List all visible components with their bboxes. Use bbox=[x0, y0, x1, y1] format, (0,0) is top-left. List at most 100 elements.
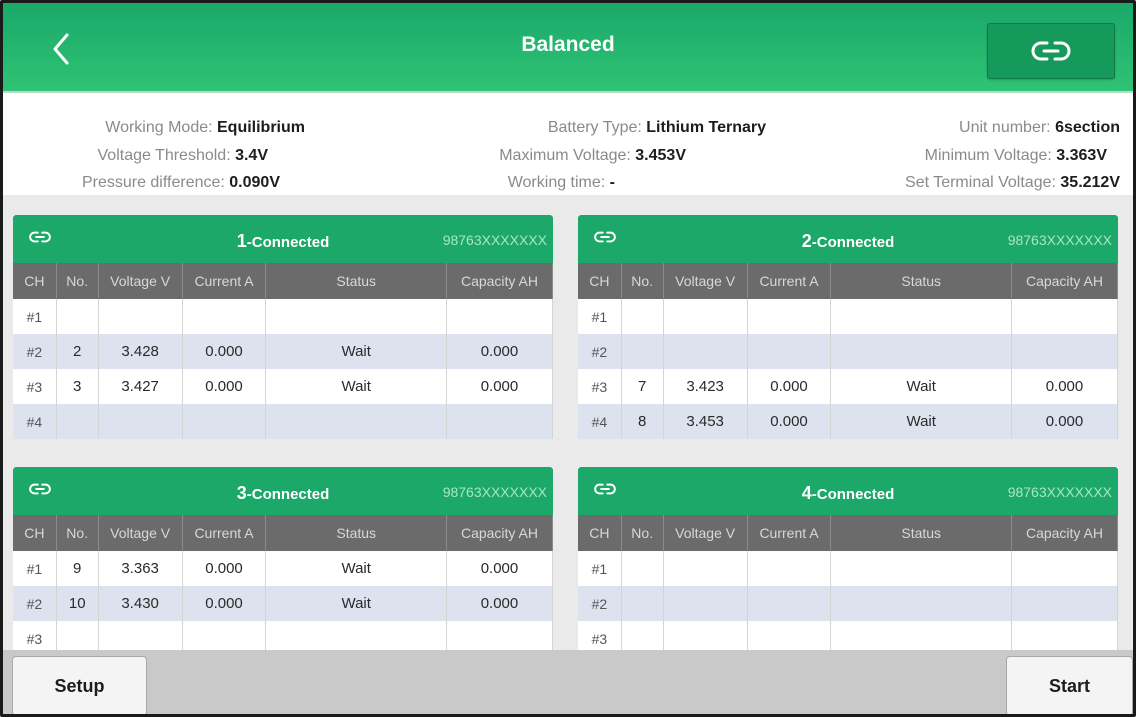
column-header: CH bbox=[13, 515, 57, 551]
app-window: Balanced Working Mode: Equilibrium Volta… bbox=[0, 0, 1136, 717]
table-cell bbox=[265, 299, 447, 334]
table-cell: 8 bbox=[621, 404, 664, 439]
table-cell bbox=[621, 299, 664, 334]
table-cell: 3.363 bbox=[98, 551, 183, 586]
table-cell: #1 bbox=[578, 299, 622, 334]
table-cell bbox=[1011, 551, 1118, 586]
table-cell: 0.000 bbox=[446, 551, 553, 586]
table-cell bbox=[621, 334, 664, 369]
table-cell: 0.000 bbox=[182, 369, 267, 404]
table-header-row: CH No. Voltage V Current A Status Capacity AH bbox=[578, 515, 1118, 551]
table-cell: #1 bbox=[13, 299, 57, 334]
table-cell bbox=[747, 586, 832, 621]
column-header: Voltage V bbox=[663, 263, 748, 299]
table-cell: 3.423 bbox=[663, 369, 748, 404]
column-header: Voltage V bbox=[98, 515, 183, 551]
column-header: Status bbox=[830, 515, 1012, 551]
channel-table: CH No. Voltage V Current A Status Capacity AH… bbox=[13, 263, 553, 439]
table-cell: 0.000 bbox=[446, 586, 553, 621]
table-cell bbox=[747, 299, 832, 334]
table-header-row: CH No. Voltage V Current A Status Capacity AH bbox=[13, 263, 553, 299]
table-cell: #1 bbox=[578, 551, 622, 586]
setup-button[interactable]: Setup bbox=[12, 656, 147, 714]
table-cell: 3 bbox=[56, 369, 99, 404]
table-cell bbox=[446, 404, 553, 439]
column-header: Status bbox=[265, 515, 447, 551]
table-cell bbox=[1011, 299, 1118, 334]
page-title: Balanced bbox=[521, 33, 615, 56]
column-header: Current A bbox=[182, 515, 267, 551]
table-cell bbox=[663, 551, 748, 586]
table-cell bbox=[182, 299, 267, 334]
table-cell: #2 bbox=[13, 334, 57, 369]
table-cell: 0.000 bbox=[182, 551, 267, 586]
table-cell: 0.000 bbox=[747, 404, 832, 439]
column-header: Status bbox=[265, 263, 447, 299]
table-cell bbox=[830, 551, 1012, 586]
panel-header: 3-Connected 98763XXXXXXX bbox=[13, 467, 553, 515]
column-header: Voltage V bbox=[98, 263, 183, 299]
column-header: Current A bbox=[182, 263, 267, 299]
table-cell bbox=[56, 404, 99, 439]
table-cell bbox=[830, 586, 1012, 621]
table-cell bbox=[182, 404, 267, 439]
table-cell: #3 bbox=[578, 369, 622, 404]
table-cell: #2 bbox=[13, 586, 57, 621]
table-cell bbox=[830, 334, 1012, 369]
table-row: #2 10 3.430 0.000 Wait 0.000 bbox=[13, 586, 553, 621]
table-cell bbox=[747, 551, 832, 586]
table-cell: 0.000 bbox=[1011, 404, 1118, 439]
table-cell: #1 bbox=[13, 551, 57, 586]
column-header: Current A bbox=[747, 515, 832, 551]
table-row: #1 bbox=[578, 299, 1118, 334]
table-cell bbox=[621, 551, 664, 586]
table-cell bbox=[98, 404, 183, 439]
table-cell bbox=[98, 299, 183, 334]
table-cell: 9 bbox=[56, 551, 99, 586]
column-header: Voltage V bbox=[663, 515, 748, 551]
table-row: #1 bbox=[578, 551, 1118, 586]
channel-table: CH No. Voltage V Current A Status Capacity AH… bbox=[578, 515, 1118, 656]
panel-header: 1-Connected 98763XXXXXXX bbox=[13, 215, 553, 263]
panel-header: 2-Connected 98763XXXXXXX bbox=[578, 215, 1118, 263]
table-cell: 0.000 bbox=[182, 334, 267, 369]
link-button[interactable] bbox=[987, 23, 1115, 79]
column-header: No. bbox=[621, 515, 664, 551]
column-header: CH bbox=[578, 515, 622, 551]
table-cell: #4 bbox=[13, 404, 57, 439]
table-cell bbox=[663, 299, 748, 334]
panel-header: 4-Connected 98763XXXXXXX bbox=[578, 467, 1118, 515]
table-cell: 0.000 bbox=[182, 586, 267, 621]
table-row: #1 bbox=[13, 299, 553, 334]
column-header: Capacity AH bbox=[446, 263, 553, 299]
table-cell: 3.428 bbox=[98, 334, 183, 369]
table-row: #3 3 3.427 0.000 Wait 0.000 bbox=[13, 369, 553, 404]
start-button[interactable]: Start bbox=[1006, 656, 1133, 714]
link-icon bbox=[1031, 41, 1071, 61]
footer-bar: Setup Start bbox=[3, 650, 1133, 714]
table-cell: Wait bbox=[265, 334, 447, 369]
table-cell bbox=[747, 334, 832, 369]
table-cell bbox=[663, 334, 748, 369]
table-cell: #2 bbox=[578, 586, 622, 621]
channel-panel-3: 3-Connected 98763XXXXXXX CH No. Voltage V Cur… bbox=[13, 467, 553, 656]
column-header: Capacity AH bbox=[1011, 263, 1118, 299]
column-header: Capacity AH bbox=[1011, 515, 1118, 551]
table-cell bbox=[446, 299, 553, 334]
table-cell: 0.000 bbox=[446, 369, 553, 404]
minimum-voltage: Minimum Voltage: 3.363V bbox=[924, 147, 1107, 164]
set-terminal-voltage: Set Terminal Voltage: 35.212V bbox=[905, 174, 1120, 191]
table-cell: 2 bbox=[56, 334, 99, 369]
table-cell: #4 bbox=[578, 404, 622, 439]
header-bar: Balanced bbox=[3, 3, 1133, 93]
table-cell: 7 bbox=[621, 369, 664, 404]
column-header: No. bbox=[56, 515, 99, 551]
table-header-row: CH No. Voltage V Current A Status Capacity AH bbox=[578, 263, 1118, 299]
unit-number: Unit number: 6section bbox=[959, 119, 1120, 136]
table-cell: 10 bbox=[56, 586, 99, 621]
table-cell: 0.000 bbox=[747, 369, 832, 404]
table-row: #2 bbox=[578, 586, 1118, 621]
table-cell: 3.453 bbox=[663, 404, 748, 439]
table-cell: #3 bbox=[13, 369, 57, 404]
table-cell: Wait bbox=[265, 551, 447, 586]
